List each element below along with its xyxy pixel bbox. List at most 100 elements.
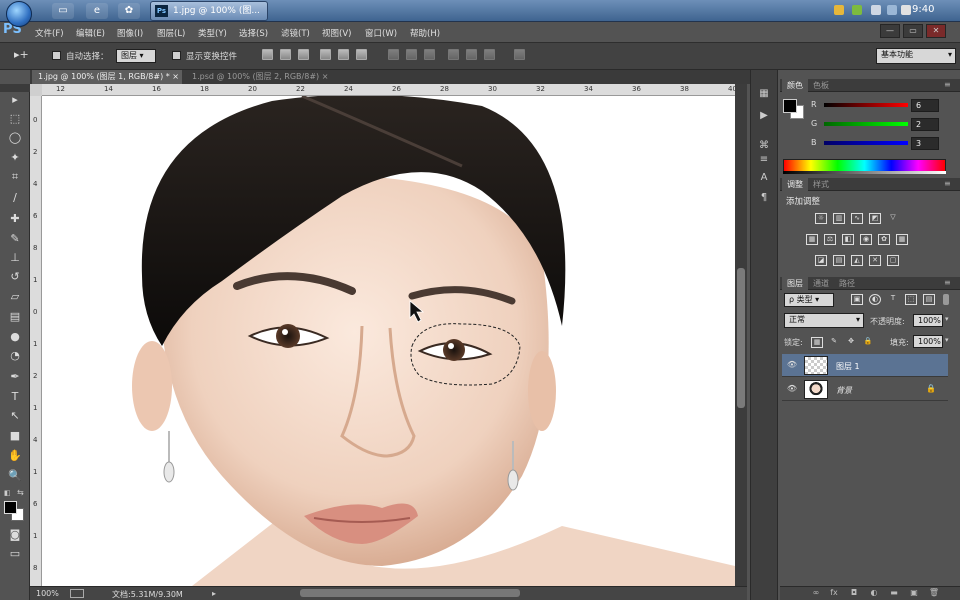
tab-paths[interactable]: 路径 [834, 277, 860, 290]
align-top-icon[interactable] [262, 49, 273, 60]
align-hcenter-icon[interactable] [338, 49, 349, 60]
group-icon[interactable]: ▬ [888, 588, 900, 598]
panel-menu-icon[interactable]: ≡ [944, 80, 951, 89]
layer-thumbnail[interactable] [804, 356, 828, 375]
lock-pixels-icon[interactable]: ✎ [828, 337, 840, 348]
properties-icon[interactable]: ≡ [755, 152, 773, 168]
tab-channels[interactable]: 通道 [808, 277, 834, 290]
document-canvas[interactable] [42, 96, 735, 586]
grayscale-ramp[interactable] [783, 171, 946, 174]
layer-filter-dropdown[interactable]: ρ 类型 ▾ [784, 293, 834, 307]
fill-input[interactable]: 100% [913, 335, 943, 348]
taskbar-photoshop-task[interactable]: Ps 1.jpg @ 100% (图... [150, 1, 268, 21]
channel-mixer-icon[interactable]: ✿ [878, 234, 890, 245]
g-value[interactable]: 2 [911, 118, 939, 131]
distribute-right-icon[interactable] [484, 49, 495, 60]
opacity-slider-arrow-icon[interactable]: ▾ [945, 315, 949, 323]
distribute-hcenter-icon[interactable] [466, 49, 477, 60]
character-panel-icon[interactable]: A [755, 170, 773, 186]
type-tool-icon[interactable]: T [7, 389, 23, 405]
new-layer-icon[interactable]: ▣ [908, 588, 920, 598]
status-menu-arrow-icon[interactable]: ▸ [212, 589, 216, 598]
fill-slider-arrow-icon[interactable]: ▾ [945, 336, 949, 344]
distribute-top-icon[interactable] [388, 49, 399, 60]
tab-adjustments[interactable]: 调整 [782, 178, 808, 191]
align-left-icon[interactable] [320, 49, 331, 60]
lock-all-icon[interactable]: 🔒 [862, 337, 874, 348]
history-panel-icon[interactable]: ▦ [755, 86, 773, 102]
path-select-tool-icon[interactable]: ↖ [7, 408, 23, 424]
filter-adjust-icon[interactable]: ◐ [869, 294, 881, 305]
quick-select-tool-icon[interactable]: ✦ [7, 150, 23, 166]
trash-icon[interactable]: 🗑 [928, 588, 940, 598]
hue-sat-icon[interactable]: ▦ [806, 234, 818, 245]
align-right-icon[interactable] [356, 49, 367, 60]
close-button[interactable]: ✕ [926, 24, 946, 38]
opacity-input[interactable]: 100% [913, 314, 943, 327]
explorer-icon[interactable]: ✿ [118, 3, 140, 19]
tray-icon-2[interactable] [852, 5, 862, 15]
posterize-icon[interactable]: ▤ [833, 255, 845, 266]
screen-mode-icon[interactable]: ▭ [7, 546, 23, 562]
auto-select-checkbox[interactable] [52, 51, 61, 60]
fx-icon[interactable]: fx [828, 588, 840, 598]
panel-menu-icon[interactable]: ≡ [944, 278, 951, 287]
network-icon[interactable] [887, 5, 897, 15]
menu-edit[interactable]: 编辑(E) [76, 27, 105, 39]
distribute-vcenter-icon[interactable] [406, 49, 417, 60]
actions-panel-icon[interactable]: ▶ [755, 108, 773, 124]
layer-name[interactable]: 背景 [836, 385, 852, 396]
menu-window[interactable]: 窗口(W) [365, 27, 397, 39]
tab-color[interactable]: 颜色 [782, 79, 808, 92]
proof-icon[interactable] [70, 589, 84, 598]
vertical-ruler[interactable]: 0 2 4 6 8 1 0 1 2 1 4 1 6 1 8 [30, 96, 42, 586]
lock-position-icon[interactable]: ✥ [845, 337, 857, 348]
lock-transparent-icon[interactable]: ▦ [811, 337, 823, 348]
menu-layer[interactable]: 图层(L) [157, 27, 185, 39]
filter-toggle[interactable] [943, 294, 949, 305]
menu-view[interactable]: 视图(V) [322, 27, 351, 39]
move-tool-icon[interactable]: ▸ [7, 92, 23, 108]
volume-icon[interactable] [871, 5, 881, 15]
auto-align-icon[interactable] [514, 49, 525, 60]
hand-tool-icon[interactable]: ✋ [7, 448, 23, 464]
swap-colors-icon[interactable]: ⇆ [17, 488, 27, 498]
toolbox-header[interactable] [0, 84, 30, 92]
color-lookup-icon[interactable]: ▦ [896, 234, 908, 245]
quick-mask-icon[interactable]: ◙ [7, 527, 23, 543]
threshold-icon[interactable]: ◭ [851, 255, 863, 266]
tab-styles[interactable]: 样式 [808, 178, 834, 191]
menu-file[interactable]: 文件(F) [35, 27, 64, 39]
tab-layers[interactable]: 图层 [782, 277, 808, 290]
curves-icon[interactable]: ∿ [851, 213, 863, 224]
tab-document-1[interactable]: 1.jpg @ 100% (图层 1, RGB/8#) * × [32, 70, 182, 84]
zoom-level[interactable]: 100% [36, 589, 59, 598]
tab-document-2[interactable]: 1.psd @ 100% (图层 2, RGB/8#) × [186, 70, 336, 84]
move-tool-preset-icon[interactable]: ▸+ [14, 48, 40, 62]
layer-thumbnail[interactable] [804, 380, 828, 399]
visibility-eye-icon[interactable]: 👁 [786, 384, 798, 396]
tab-close-icon[interactable]: × [172, 72, 179, 81]
auto-select-dropdown[interactable]: 图层 ▾ [116, 49, 156, 63]
show-transform-checkbox[interactable] [172, 51, 181, 60]
invert-icon[interactable]: ◪ [815, 255, 827, 266]
maximize-button[interactable]: ▭ [903, 24, 923, 38]
crop-tool-icon[interactable]: ⌗ [7, 169, 23, 185]
default-colors-icon[interactable]: ◧ [4, 489, 14, 499]
brush-tool-icon[interactable]: ✎ [7, 231, 23, 247]
clock[interactable]: 9:40 [912, 4, 934, 15]
exposure-icon[interactable]: ◩ [869, 213, 881, 224]
visibility-eye-icon[interactable]: 👁 [786, 360, 798, 372]
show-desktop-icon[interactable]: ▭ [52, 3, 74, 19]
align-bottom-icon[interactable] [298, 49, 309, 60]
align-vcenter-icon[interactable] [280, 49, 291, 60]
document-info[interactable]: 文档:5.31M/9.30M [112, 589, 183, 600]
layer-name[interactable]: 图层 1 [836, 361, 860, 372]
gradient-map-icon[interactable]: ✕ [869, 255, 881, 266]
menu-filter[interactable]: 滤镜(T) [281, 27, 310, 39]
photo-filter-icon[interactable]: ◉ [860, 234, 872, 245]
minimize-button[interactable]: — [880, 24, 900, 38]
tab-swatches[interactable]: 色板 [808, 79, 834, 92]
b-slider[interactable] [824, 141, 908, 145]
r-value[interactable]: 6 [911, 99, 939, 112]
